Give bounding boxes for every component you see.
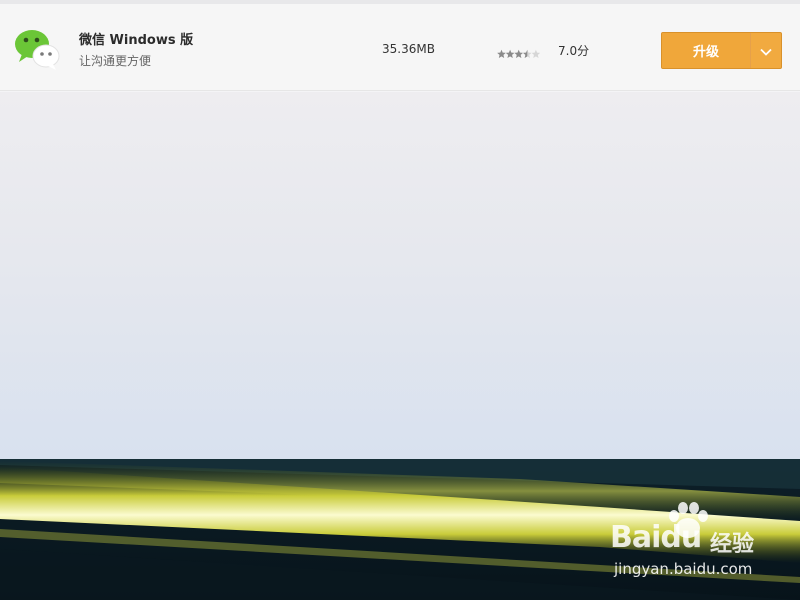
- chevron-down-icon: [760, 41, 772, 60]
- app-description: 让沟通更方便: [79, 54, 152, 68]
- app-size: 35.36MB: [382, 42, 435, 56]
- watermark-url: jingyan.baidu.com: [614, 560, 753, 578]
- rating-star-empty: [531, 49, 541, 58]
- desktop-wallpaper: Baidu 经验 jingyan.baidu.com: [0, 459, 800, 600]
- baidu-jingyan-watermark: Baidu 经验 jingyan.baidu.com: [610, 502, 770, 582]
- rating-star-filled: [497, 49, 506, 58]
- app-list-item[interactable]: 微信 Windows 版 让沟通更方便 35.36MB 7.0分 升级: [0, 4, 800, 91]
- wechat-icon: [12, 26, 62, 74]
- upgrade-button[interactable]: 升级: [662, 33, 750, 68]
- rating-star-filled: [514, 49, 523, 58]
- app-score: 7.0分: [558, 44, 590, 58]
- upgrade-options-dropdown[interactable]: [750, 33, 781, 68]
- watermark-brand-du: du: [660, 520, 702, 555]
- empty-content-area: [0, 92, 800, 459]
- rating-star-filled: [505, 49, 515, 58]
- rating-stars: [497, 44, 541, 58]
- watermark-brand: Baidu: [610, 520, 702, 555]
- upgrade-button-group: 升级: [661, 32, 782, 69]
- app-name: 微信 Windows 版: [79, 33, 194, 48]
- watermark-brand-bai: Bai: [610, 520, 661, 555]
- watermark-suffix: 经验: [710, 532, 755, 557]
